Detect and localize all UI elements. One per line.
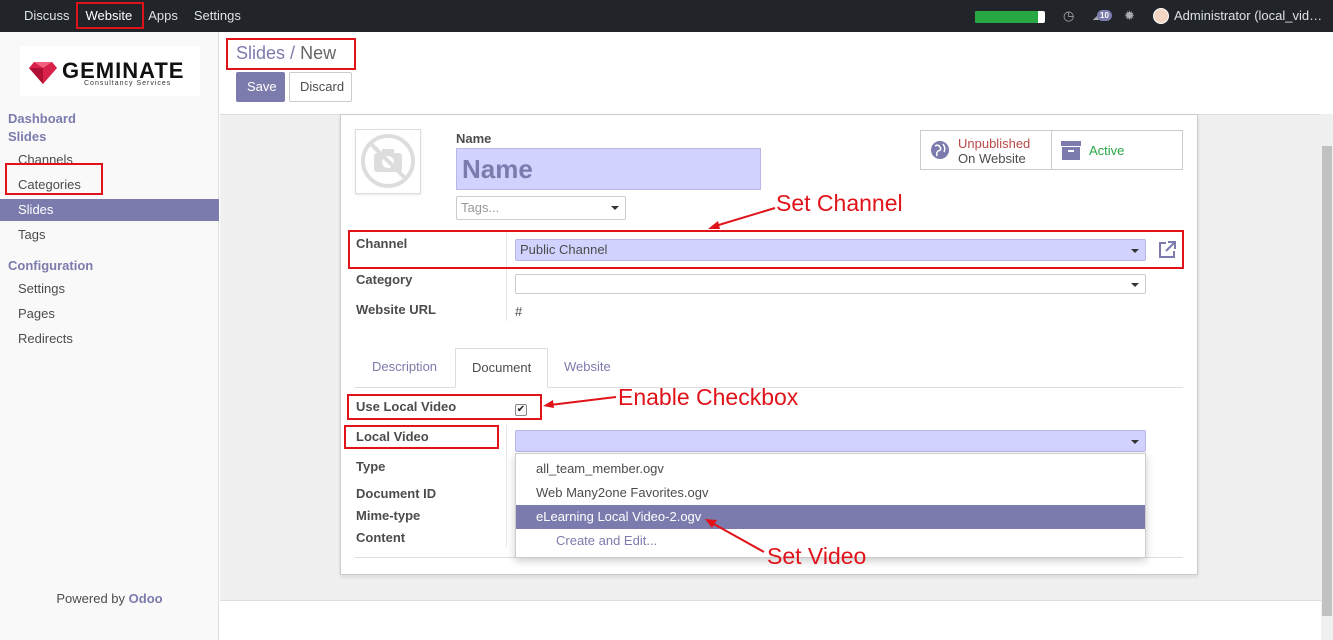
chevron-down-icon xyxy=(1131,440,1139,444)
form-tabs: Description Document Website xyxy=(355,348,1183,388)
sidebar-slides-head[interactable]: Slides xyxy=(8,129,46,144)
publish-scope: On Website xyxy=(958,151,1026,166)
save-button[interactable]: Save xyxy=(236,72,285,102)
clock-icon[interactable]: ◷ xyxy=(1063,8,1074,24)
messages-badge: 10 xyxy=(1097,10,1112,21)
dropdown-option-selected[interactable]: eLearning Local Video-2.ogv xyxy=(516,505,1145,529)
active-status: Active xyxy=(1089,143,1125,158)
sidebar-item-pages[interactable]: Pages xyxy=(0,303,219,325)
archive-icon xyxy=(1061,141,1081,160)
sidebar: GEMINATE Consultancy Services Dashboard … xyxy=(0,32,219,640)
active-toggle-button[interactable]: Active xyxy=(1051,130,1183,170)
scrollbar-thumb[interactable] xyxy=(1322,146,1332,616)
sidebar-item-settings[interactable]: Settings xyxy=(0,278,219,300)
tab-website[interactable]: Website xyxy=(548,348,627,388)
name-label: Name xyxy=(456,131,492,146)
top-navbar: Discuss Website Apps Settings ◷ ☁ 10 ✹ A… xyxy=(0,0,1333,32)
sidebar-configuration-head[interactable]: Configuration xyxy=(8,258,93,273)
dropdown-option[interactable]: Web Many2one Favorites.ogv xyxy=(516,481,1145,505)
bug-icon[interactable]: ✹ xyxy=(1124,8,1135,24)
powered-prefix: Powered by xyxy=(56,591,129,606)
menu-discuss[interactable]: Discuss xyxy=(16,0,78,32)
annotation-box-slides xyxy=(5,163,103,195)
annotation-set-channel: Set Channel xyxy=(776,190,903,216)
annotation-box-local-video xyxy=(344,425,499,449)
annotation-box-breadcrumb xyxy=(226,38,356,70)
type-label: Type xyxy=(356,459,386,474)
website-url-value: # xyxy=(515,304,523,319)
document-id-label: Document ID xyxy=(356,486,437,501)
discard-button[interactable]: Discard xyxy=(289,72,352,102)
category-label: Category xyxy=(356,272,413,287)
sidebar-item-redirects[interactable]: Redirects xyxy=(0,328,219,350)
slide-image[interactable] xyxy=(355,129,421,194)
onboarding-progress[interactable] xyxy=(975,11,1045,23)
tags-placeholder: Tags... xyxy=(461,200,500,215)
website-publish-button[interactable]: Unpublished On Website xyxy=(920,130,1052,170)
sidebar-item-tags[interactable]: Tags xyxy=(0,224,219,246)
avatar[interactable] xyxy=(1153,8,1169,24)
chevron-down-icon xyxy=(1131,283,1139,287)
label-divider xyxy=(506,425,507,547)
content-footer xyxy=(220,600,1321,640)
annotation-set-video: Set Video xyxy=(767,543,867,569)
tags-input[interactable]: Tags... xyxy=(456,196,626,220)
sidebar-dashboard[interactable]: Dashboard xyxy=(8,111,76,126)
gem-icon xyxy=(29,62,57,84)
no-image-camera-icon xyxy=(361,134,415,188)
mime-type-label: Mime-type xyxy=(356,508,421,523)
annotation-arrow xyxy=(705,519,765,553)
annotation-enable-checkbox: Enable Checkbox xyxy=(618,384,799,410)
tab-description[interactable]: Description xyxy=(356,348,453,388)
dropdown-option[interactable]: all_team_member.ogv xyxy=(516,457,1145,481)
progress-fill xyxy=(975,11,1038,23)
menu-apps[interactable]: Apps xyxy=(140,0,186,32)
content-label: Content xyxy=(356,530,406,545)
publish-status: Unpublished xyxy=(958,136,1031,151)
company-logo[interactable]: GEMINATE Consultancy Services xyxy=(20,46,200,96)
chevron-down-icon xyxy=(611,206,619,210)
user-menu[interactable]: Administrator (local_vid… xyxy=(1174,0,1322,32)
annotation-box-use-local-video xyxy=(347,394,542,420)
annotation-box-website xyxy=(76,2,144,29)
powered-brand[interactable]: Odoo xyxy=(129,591,163,606)
local-video-select[interactable] xyxy=(515,430,1146,452)
annotation-box-channel xyxy=(348,230,1184,269)
annotation-arrow xyxy=(708,207,776,229)
name-input[interactable]: Name xyxy=(456,148,761,190)
tab-document[interactable]: Document xyxy=(455,348,549,388)
logo-tagline: Consultancy Services xyxy=(84,80,172,87)
website-url-label: Website URL xyxy=(356,302,436,317)
sidebar-item-slides[interactable]: Slides xyxy=(0,199,219,221)
globe-icon xyxy=(931,141,949,159)
annotation-arrow xyxy=(543,396,617,408)
category-select[interactable] xyxy=(515,274,1146,294)
menu-settings[interactable]: Settings xyxy=(186,0,249,32)
scrollbar[interactable] xyxy=(1321,114,1333,640)
powered-by: Powered by Odoo xyxy=(0,591,219,606)
